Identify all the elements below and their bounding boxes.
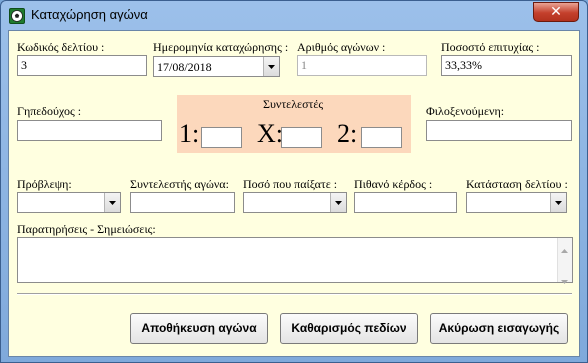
draw-odds-field[interactable] bbox=[281, 127, 322, 148]
notes-field[interactable] bbox=[17, 237, 573, 284]
home-odds-label: 1: bbox=[179, 119, 200, 148]
stake-dropdown[interactable] bbox=[243, 192, 347, 213]
ticket-status-label: Κατάσταση δελτίου : bbox=[466, 177, 568, 191]
away-team-field[interactable] bbox=[426, 120, 572, 141]
clear-fields-button[interactable]: Καθαρισμός πεδίων bbox=[280, 313, 418, 344]
home-team-field[interactable] bbox=[17, 120, 162, 141]
draw-odds-label: X: bbox=[257, 119, 283, 148]
potential-win-label: Πιθανό κέρδος : bbox=[354, 177, 433, 191]
ticket-code-field[interactable]: 3 bbox=[17, 55, 147, 76]
chevron-down-icon[interactable] bbox=[104, 193, 120, 212]
match-odds-label: Συντελεστής αγώνα: bbox=[130, 177, 229, 191]
match-count-label: Αριθμός αγώνων : bbox=[297, 40, 386, 54]
entry-date-value: 17/08/2018 bbox=[157, 60, 212, 74]
home-team-label: Γηπεδούχος : bbox=[17, 104, 82, 118]
prediction-dropdown[interactable] bbox=[17, 192, 121, 213]
chevron-down-icon[interactable] bbox=[330, 193, 346, 212]
home-odds-field[interactable] bbox=[201, 127, 242, 148]
notes-label: Παρατηρήσεις - Σημειώσεις: bbox=[17, 222, 156, 236]
cancel-entry-button[interactable]: Ακύρωση εισαγωγής bbox=[430, 313, 568, 344]
odds-panel: Συντελεστές 1: X: 2: bbox=[177, 95, 411, 153]
success-rate-label: Ποσοστό επιτυχίας : bbox=[441, 40, 540, 54]
divider bbox=[17, 293, 572, 295]
away-team-label: Φιλοξενούμενη: bbox=[426, 104, 505, 118]
away-odds-label: 2: bbox=[337, 119, 358, 148]
potential-win-field[interactable] bbox=[354, 192, 457, 213]
ticket-code-label: Κωδικός δελτίου : bbox=[17, 40, 105, 54]
scroll-down-arrow-icon[interactable] bbox=[561, 273, 568, 288]
success-rate-field[interactable]: 33,33% bbox=[441, 55, 572, 76]
prediction-label: Πρόβλεψη: bbox=[17, 177, 72, 191]
chevron-down-icon[interactable] bbox=[550, 193, 566, 212]
save-match-button[interactable]: Αποθήκευση αγώνα bbox=[130, 313, 268, 344]
scroll-up-arrow-icon[interactable] bbox=[561, 242, 568, 257]
away-odds-field[interactable] bbox=[361, 127, 402, 148]
match-odds-field[interactable] bbox=[130, 192, 235, 213]
odds-title: Συντελεστές bbox=[263, 97, 324, 111]
entry-date-label: Ημερομηνία καταχώρησης : bbox=[153, 40, 289, 54]
title-bar[interactable]: Καταχώρηση αγώνα ✕ bbox=[1, 1, 587, 30]
ticket-status-dropdown[interactable] bbox=[466, 192, 567, 213]
close-button[interactable]: ✕ bbox=[533, 2, 579, 22]
form-panel: Κωδικός δελτίου : 3 Ημερομηνία καταχώρησ… bbox=[8, 30, 580, 357]
stake-label: Ποσό που παίξατε : bbox=[243, 177, 338, 191]
chevron-down-icon[interactable] bbox=[263, 57, 279, 76]
window-title: Καταχώρηση αγώνα bbox=[31, 7, 148, 22]
app-window: Καταχώρηση αγώνα ✕ Κωδικός δελτίου : 3 Η… bbox=[0, 0, 588, 363]
notes-scrollbar[interactable] bbox=[557, 238, 572, 284]
match-count-field[interactable]: 1 bbox=[297, 55, 427, 76]
entry-date-picker[interactable]: 17/08/2018 bbox=[153, 56, 280, 77]
soccer-ball-icon bbox=[9, 8, 25, 24]
